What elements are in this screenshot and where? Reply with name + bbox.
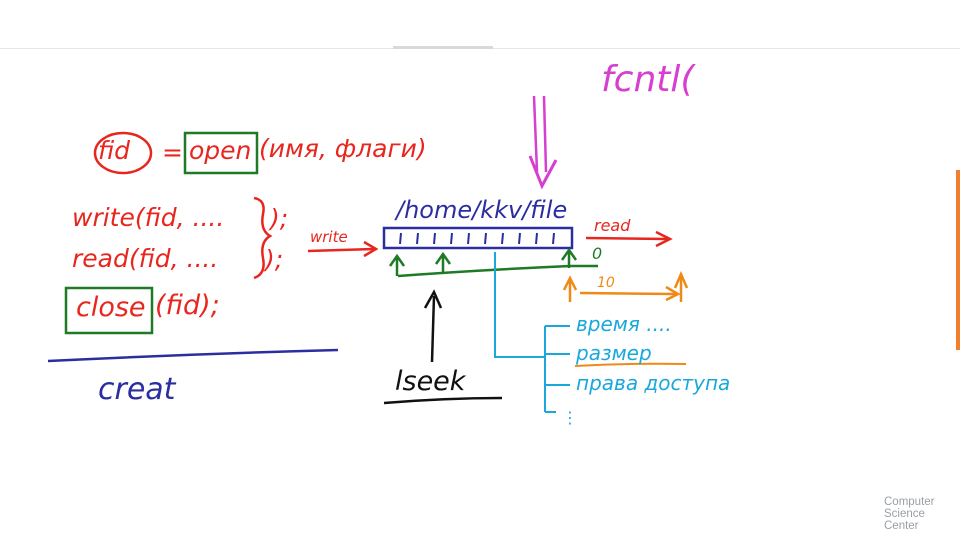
close-label: close: [76, 292, 146, 323]
logo-line-3: Center: [884, 520, 919, 532]
write-arrow-label: write: [310, 228, 348, 246]
open-label: open: [189, 136, 252, 165]
orange-span-arrow: [579, 291, 677, 296]
offset-zero-label: 0: [592, 244, 603, 263]
read-arrow-label: read: [594, 216, 631, 235]
divider-line: [47, 348, 339, 363]
file-bar: [382, 226, 574, 250]
read-arrow: [585, 236, 669, 241]
csc-logo: Computer Science Center: [884, 496, 954, 532]
creat-label: creat: [98, 372, 176, 407]
logo-line-1: Computer: [884, 496, 935, 508]
lseek-label: lseek: [395, 366, 466, 397]
fcntl-label: fcntl(: [601, 59, 695, 100]
write-arrow: [307, 247, 375, 253]
read-call-end: );: [265, 245, 284, 274]
attr-perms-label: права доступа: [576, 371, 731, 395]
write-call-end: );: [270, 204, 289, 233]
equals-sign: =: [162, 138, 183, 167]
attr-size-label: размер: [576, 341, 652, 365]
read-call-label: read(fid, ....: [72, 244, 219, 273]
orange-left-arrow: [562, 275, 578, 302]
magenta-shaft: [532, 95, 548, 173]
lseek-arrow: [423, 289, 443, 363]
attr-time-label: время ....: [576, 312, 672, 336]
offset-ten-label: 10: [597, 275, 615, 291]
file-path-label: /home/kkv/file: [396, 196, 568, 224]
orange-right-arrow: [673, 270, 689, 302]
attr-more-mark: ⋮: [562, 408, 578, 427]
open-args-label: (имя, флаги): [259, 134, 427, 163]
logo-line-2: Science: [884, 508, 925, 520]
write-call-label: write(fid, ....: [72, 203, 225, 232]
file-bar-cells: [399, 232, 555, 245]
close-args-label: (fid);: [155, 290, 220, 321]
fid-label: fid: [98, 136, 131, 165]
magenta-arrowhead: [528, 155, 558, 190]
whiteboard-canvas: fcntl( fid = open (имя, флаги) write(fid…: [0, 0, 960, 540]
lseek-underline: [383, 396, 503, 405]
